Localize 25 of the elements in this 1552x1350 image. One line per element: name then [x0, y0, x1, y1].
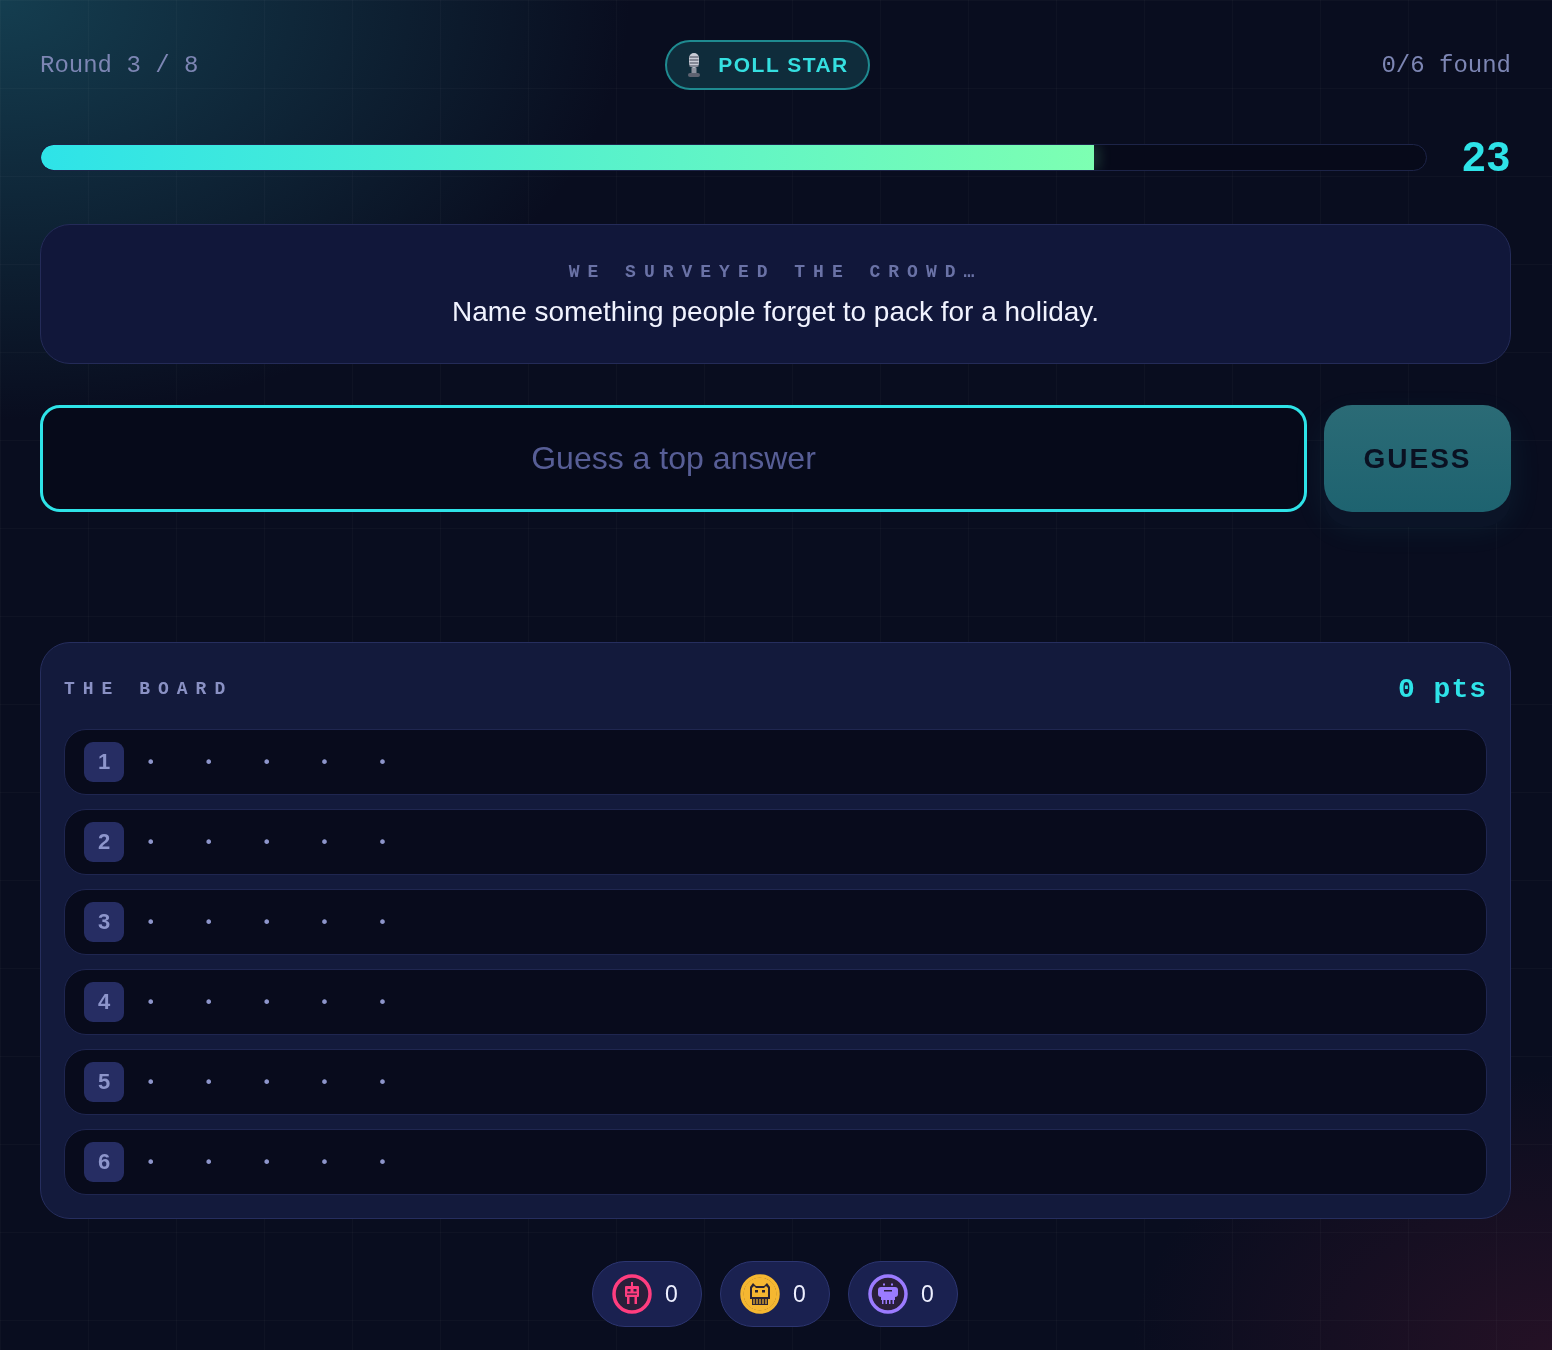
answer-rank-badge: 2: [84, 822, 124, 862]
answer-mask: •••••: [146, 1152, 436, 1172]
answer-rank-badge: 5: [84, 1062, 124, 1102]
answer-rank-badge: 6: [84, 1142, 124, 1182]
player-score: 0: [921, 1280, 934, 1308]
question-eyebrow: WE SURVEYED THE CROWD…: [568, 262, 983, 282]
round-counter: Round 3 / 8: [40, 51, 200, 79]
guess-input-field[interactable]: Guess a top answer: [40, 405, 1307, 512]
answer-rank-badge: 3: [84, 902, 124, 942]
answer-mask: •••••: [146, 752, 436, 772]
found-counter: 0/6 found: [1380, 51, 1511, 79]
answer-mask: •••••: [146, 912, 436, 932]
player-score: 0: [665, 1280, 678, 1308]
answer-rank-badge: 1: [84, 742, 124, 782]
answer-mask: •••••: [146, 992, 436, 1012]
board-title: THE BOARD: [64, 679, 234, 699]
question-text: Name something people forget to pack for a holiday.: [452, 296, 1099, 328]
countdown-seconds: 23: [1461, 136, 1511, 178]
game-title-badge: POLL STAR: [665, 40, 870, 90]
answer-rank-badge: 4: [84, 982, 124, 1022]
answer-mask: •••••: [146, 1072, 436, 1092]
microphone-icon: [686, 52, 703, 78]
points-total: 0 pts: [1398, 673, 1487, 705]
player-score: 0: [793, 1280, 806, 1308]
answer-mask: •••••: [146, 832, 436, 852]
